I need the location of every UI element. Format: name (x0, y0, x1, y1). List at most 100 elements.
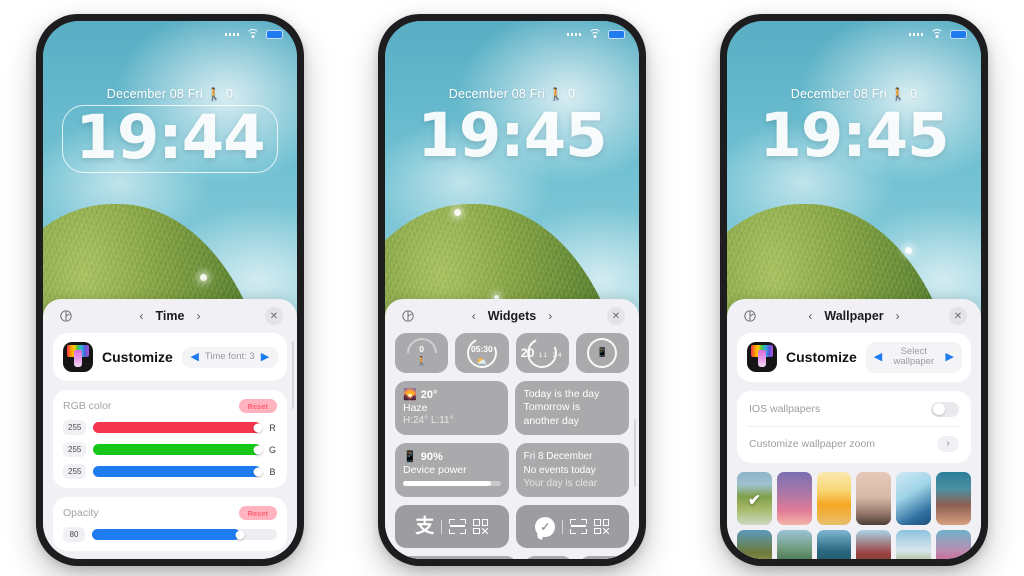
lock-steps: 0 (226, 87, 234, 101)
alarm-widget[interactable]: 05:30 ⛅ (455, 333, 509, 373)
wallpaper-zoom-label: Customize wallpaper zoom (749, 437, 876, 450)
stepper-left-arrow[interactable]: ◀ (190, 351, 198, 363)
prev-arrow[interactable]: ‹ (808, 309, 812, 323)
customize-label: Customize (102, 349, 173, 365)
calendar-widget[interactable]: Fri 8 December No events today Your day … (515, 443, 629, 498)
sheet-scrollbar[interactable] (634, 419, 636, 487)
lock-date: December 08 Fri (448, 87, 545, 101)
lock-date-row: December 08 Fri 🚶 0 (727, 87, 981, 101)
wallpaper-thumbnail-grid: ✔ (737, 471, 971, 559)
time-settings-sheet: ‹ Time › ✕ Customize ◀ Time font: 3 ▶ RG… (43, 299, 297, 559)
close-icon[interactable]: ✕ (607, 307, 625, 325)
gear-icon[interactable] (741, 307, 759, 325)
slider-row-opacity[interactable]: 80 (63, 527, 277, 542)
slider-label-b: B (269, 466, 276, 477)
lock-clock: 19:45 (759, 100, 949, 171)
wallpaper-pagoda[interactable] (856, 530, 892, 559)
date-widget[interactable]: 20 11 24 (515, 333, 569, 373)
wallpaper-palm[interactable] (776, 471, 812, 526)
wechat-icon (535, 516, 556, 537)
lock-clock: 19:44 (62, 105, 278, 173)
slider-row-r[interactable]: 255 R (63, 420, 277, 435)
slider-track-opacity[interactable] (92, 529, 277, 540)
refresh-icon[interactable]: ↻ (523, 556, 574, 559)
battery-icon (950, 29, 967, 39)
gear-icon[interactable] (57, 307, 75, 325)
lock-clock: 19:45 (417, 100, 607, 171)
weather-widget[interactable]: 🌄 20° Haze H:24° L:11° (395, 381, 508, 436)
slider-track-r[interactable] (93, 422, 263, 433)
wallpaper-snow-mountain[interactable] (896, 530, 932, 559)
wallpaper-zoom-row[interactable]: Customize wallpaper zoom › (747, 425, 961, 461)
wechat-scan-widget[interactable] (515, 505, 629, 549)
water-reminder-widget[interactable]: ⏢ Don't forget to drink some water (395, 556, 517, 559)
battery-icon: 📱 (403, 451, 417, 464)
alarm-value: 05:30 (471, 343, 493, 354)
stepper-value: Select wallpaper (893, 346, 935, 368)
wallpaper-airplane[interactable] (856, 471, 892, 526)
qr-icon[interactable] (594, 519, 610, 535)
device-power-widget[interactable]: 📱 90% Device power (395, 443, 509, 498)
customize-card: Customize ◀ Select wallpaper ▶ (737, 333, 971, 382)
close-icon[interactable]: ✕ (949, 307, 967, 325)
slider-row-g[interactable]: 255 G (63, 442, 277, 457)
prev-arrow[interactable]: ‹ (472, 309, 476, 323)
prev-arrow[interactable]: ‹ (140, 309, 144, 323)
wallpaper-lake[interactable] (816, 530, 852, 559)
status-bar (908, 29, 967, 39)
ios-wallpapers-row[interactable]: IOS wallpapers (747, 393, 961, 426)
next-arrow[interactable]: › (196, 309, 200, 323)
alipay-scan-widget[interactable]: 支 (395, 505, 509, 549)
power-label: Device power (403, 464, 467, 477)
power-percent: 90% (420, 450, 443, 463)
note-widget[interactable]: Today is the day Tomorrow is another day (514, 381, 629, 436)
wallpaper-forest[interactable] (737, 530, 772, 559)
select-wallpaper-stepper[interactable]: ◀ Select wallpaper ▶ (865, 342, 962, 373)
ios-wallpapers-toggle[interactable] (931, 401, 959, 417)
scan-icon[interactable] (570, 519, 588, 535)
wallpaper-valley[interactable] (776, 530, 812, 559)
scan-icon[interactable] (449, 519, 467, 535)
note-line-1: Today is the day (523, 388, 600, 400)
gear-icon[interactable] (399, 307, 417, 325)
stepper-right-arrow[interactable]: ▶ (261, 351, 269, 363)
customize-label: Customize (786, 349, 857, 366)
slider-row-b[interactable]: 255 B (63, 464, 277, 479)
rgb-color-card: RGB color Reset 255 R 255 G 255 B (53, 390, 287, 488)
status-bar (224, 29, 283, 39)
slider-track-b[interactable] (93, 466, 263, 477)
calendar-date: Fri 8 December (523, 451, 593, 463)
customize-app-icon (747, 342, 777, 373)
battery-ring-widget[interactable]: 📱 (575, 333, 629, 373)
next-arrow[interactable]: › (548, 309, 552, 323)
wallpaper-autumn-tree[interactable] (816, 471, 852, 526)
slider-track-g[interactable] (93, 444, 263, 455)
power-bar (403, 481, 501, 487)
chevron-right-icon[interactable]: › (937, 435, 959, 452)
phone-wallpaper: December 08 Fri 🚶 0 19:45 ‹ Wallpaper › … (720, 14, 988, 566)
lock-screen-info: December 08 Fri 🚶 0 19:45 (385, 21, 639, 166)
steps-widget[interactable]: 0 🚶 (395, 331, 449, 375)
next-arrow[interactable]: › (896, 309, 900, 323)
sheet-scrollbar[interactable] (292, 341, 294, 409)
stepper-left-arrow[interactable]: ◀ (874, 351, 882, 363)
wallpaper-coast[interactable] (936, 471, 971, 526)
chart-icon[interactable]: △ (579, 556, 629, 559)
wifi-icon (930, 29, 943, 39)
opacity-reset-button[interactable]: Reset (238, 506, 277, 520)
time-font-stepper[interactable]: ◀ Time font: 3 ▶ (181, 346, 278, 368)
wallpaper-bridge[interactable] (896, 471, 932, 526)
slider-value-r: 255 (63, 420, 87, 435)
close-icon[interactable]: ✕ (265, 307, 283, 325)
wifi-icon (588, 29, 601, 39)
small-widgets-row: 0 🚶 05:30 ⛅ 20 11 24 📱 (395, 331, 629, 375)
wallpaper-pink-sunset[interactable] (936, 530, 971, 559)
rgb-reset-button[interactable]: Reset (238, 399, 277, 413)
lock-screen-info: December 08 Fri 🚶 0 19:45 (727, 21, 981, 166)
date-sub: 11 24 (538, 352, 564, 359)
qr-icon[interactable] (473, 519, 489, 535)
stepper-value: Time font: 3 (204, 350, 255, 362)
wallpaper-bush[interactable]: ✔ (737, 471, 772, 526)
stepper-right-arrow[interactable]: ▶ (945, 351, 953, 363)
wallpaper-settings-sheet: ‹ Wallpaper › ✕ Customize ◀ Select wallp… (727, 299, 981, 559)
